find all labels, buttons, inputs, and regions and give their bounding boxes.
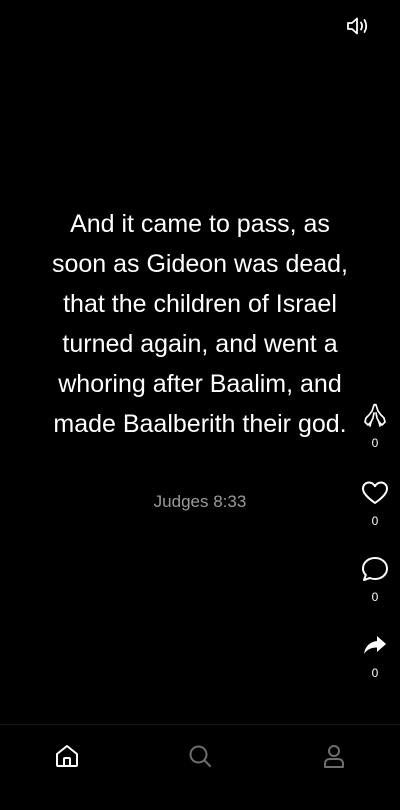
share-button[interactable]: 0 [355,630,395,680]
nav-profile[interactable] [319,741,349,771]
user-icon [324,745,344,768]
pray-button[interactable]: 0 [355,400,395,450]
comment-count: 0 [371,590,379,604]
speaker-volume-icon [347,17,368,35]
search-icon [189,745,211,767]
nav-search[interactable] [185,741,215,771]
verse-screen: And it came to pass, as soon as Gideon w… [0,0,400,810]
like-button[interactable]: 0 [355,478,395,528]
comment-button[interactable]: 0 [355,554,395,604]
nav-home[interactable] [52,741,82,771]
verse-reference[interactable]: Judges 8:33 [154,492,247,512]
like-count: 0 [371,514,379,528]
share-arrow-icon [360,630,390,660]
pray-count: 0 [371,436,379,450]
sound-toggle-button[interactable] [344,14,372,38]
verse-block: And it came to pass, as soon as Gideon w… [0,204,400,512]
share-count: 0 [371,666,379,680]
praying-hands-icon [360,400,390,430]
home-icon [56,745,78,767]
comment-bubble-icon [360,554,390,584]
heart-icon [360,478,390,508]
bottom-nav [0,724,400,810]
verse-text: And it came to pass, as soon as Gideon w… [51,210,349,438]
